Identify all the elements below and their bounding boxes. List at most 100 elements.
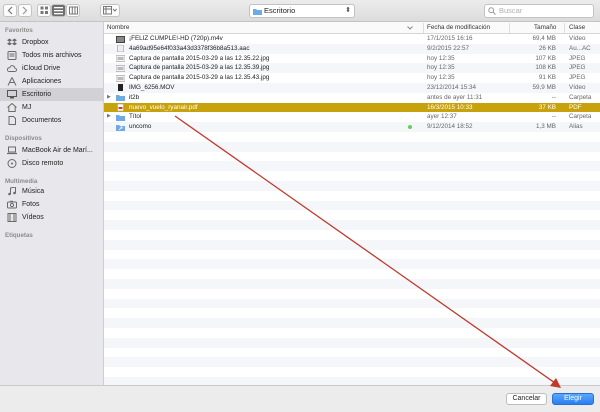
chevron-updown-icon: ⬍: [345, 7, 351, 14]
search-field[interactable]: Buscar: [484, 4, 594, 18]
columns-icon: [68, 6, 78, 15]
empty-row: [104, 180, 600, 191]
file-row[interactable]: IMG_6256.MOV 23/12/2014 15:34 59,9 MB Ví…: [104, 82, 600, 93]
file-row[interactable]: ▶ Títol ayer 12:37 -- Carpeta: [104, 112, 600, 122]
image-file-icon: [116, 55, 125, 62]
movie-file-icon: [118, 84, 123, 92]
empty-row: [104, 328, 600, 338]
dropbox-icon: [7, 38, 17, 46]
view-icons-button[interactable]: [37, 4, 51, 17]
file-row[interactable]: 4a69ad95e64f033a43d3378f36b8a513.aac 9/2…: [104, 43, 600, 54]
image-file-icon: [116, 65, 125, 72]
file-row[interactable]: Captura de pantalla 2015-03-29 a las 12.…: [104, 54, 600, 64]
empty-row: [104, 337, 600, 348]
empty-row: [104, 210, 600, 220]
sidebar-item-applications[interactable]: Aplicaciones: [0, 75, 103, 88]
sidebar-section-media: Multimedia: [5, 178, 38, 185]
file-list: Nombre Fecha de modificación Tamaño Clas…: [104, 22, 600, 385]
chevron-left-icon: [7, 6, 13, 15]
sidebar-item-macbook[interactable]: MacBook Air de Marí...: [0, 144, 103, 157]
file-row-selected[interactable]: nuevo_vuelo_ryanair.pdf 16/3/2015 10:33 …: [104, 102, 600, 113]
sidebar-item-documents[interactable]: Documentos: [0, 114, 103, 127]
empty-row: [104, 230, 600, 240]
cancel-button[interactable]: Cancelar: [506, 393, 547, 405]
empty-row: [104, 250, 600, 260]
empty-row: [104, 367, 600, 377]
choose-button[interactable]: Elegir: [552, 393, 594, 405]
all-files-icon: [7, 51, 17, 60]
applications-icon: [7, 77, 17, 86]
location-dropdown[interactable]: Escritorio ⬍: [249, 4, 355, 18]
disclosure-triangle-icon[interactable]: ▶: [107, 93, 111, 103]
home-icon: [7, 103, 17, 112]
file-row[interactable]: ¡FELIZ CUMPLE!-HD (720p).m4v 17/1/2015 1…: [104, 34, 600, 44]
sidebar-item-all-files[interactable]: Todos mis archivos: [0, 49, 103, 62]
column-divider[interactable]: [564, 23, 565, 33]
sidebar: Favoritos Dropbox Todos mis archivos iCl…: [0, 22, 104, 385]
location-label: Escritorio: [264, 6, 296, 15]
sort-chevron-icon: [407, 26, 413, 30]
empty-row: [104, 239, 600, 250]
image-file-icon: [116, 74, 125, 82]
sidebar-item-dropbox[interactable]: Dropbox: [0, 36, 103, 49]
arrange-icon: [103, 6, 117, 15]
empty-row: [104, 376, 600, 385]
column-divider[interactable]: [509, 23, 510, 33]
file-row[interactable]: uncomo 9/12/2014 18:52 1,3 MB Alias: [104, 122, 600, 132]
camera-icon: [7, 200, 17, 209]
file-row[interactable]: Captura de pantalla 2015-03-29 a las 12.…: [104, 63, 600, 74]
sidebar-item-home[interactable]: MJ: [0, 101, 103, 114]
folder-icon: [116, 95, 125, 102]
empty-row: [104, 259, 600, 270]
cloud-icon: [7, 65, 17, 72]
sidebar-item-remote-disc[interactable]: Disco remoto: [0, 157, 103, 170]
sidebar-item-music[interactable]: Música: [0, 185, 103, 198]
music-icon: [8, 187, 16, 196]
file-row[interactable]: Captura de pantalla 2015-03-29 a las 12.…: [104, 73, 600, 83]
alias-icon: [116, 124, 125, 131]
forward-button[interactable]: [18, 4, 32, 17]
toolbar: Escritorio ⬍ Buscar: [0, 0, 600, 22]
disc-icon: [7, 159, 17, 168]
empty-row: [104, 278, 600, 289]
disclosure-triangle-icon[interactable]: ▶: [107, 112, 111, 122]
empty-row: [104, 318, 600, 328]
column-name[interactable]: Nombre: [107, 24, 129, 31]
empty-row: [104, 220, 600, 230]
empty-row: [104, 161, 600, 172]
empty-row: [104, 289, 600, 299]
list-icon: [54, 7, 63, 15]
arrange-button[interactable]: [100, 4, 120, 17]
empty-row: [104, 132, 600, 142]
column-header: Nombre Fecha de modificación Tamaño Clas…: [104, 22, 600, 34]
empty-row: [104, 269, 600, 279]
search-icon: [488, 7, 496, 15]
sidebar-item-videos[interactable]: Vídeos: [0, 211, 103, 224]
sidebar-item-desktop[interactable]: Escritorio: [0, 88, 103, 101]
search-placeholder: Buscar: [499, 6, 523, 15]
empty-row: [104, 357, 600, 368]
view-list-button[interactable]: [51, 4, 66, 17]
film-icon: [7, 213, 17, 222]
chevron-right-icon: [22, 6, 28, 15]
sidebar-item-photos[interactable]: Fotos: [0, 198, 103, 211]
video-file-icon: [116, 35, 125, 43]
pdf-file-icon: [117, 104, 124, 112]
empty-row: [104, 171, 600, 181]
view-columns-button[interactable]: [66, 4, 80, 17]
dialog-footer: Cancelar Elegir: [0, 385, 600, 412]
file-rows: ¡FELIZ CUMPLE!-HD (720p).m4v 17/1/2015 1…: [104, 34, 600, 385]
column-divider[interactable]: [423, 23, 424, 33]
column-kind[interactable]: Clase: [569, 24, 585, 31]
column-size[interactable]: Tamaño: [534, 24, 556, 31]
folder-icon: [116, 114, 125, 121]
audio-file-icon: [117, 45, 124, 53]
back-button[interactable]: [3, 4, 17, 17]
sidebar-item-icloud[interactable]: iCloud Drive: [0, 62, 103, 75]
laptop-icon: [7, 146, 17, 155]
folder-icon: [253, 9, 262, 15]
file-row[interactable]: ▶ it2b antes de ayer 11:31 -- Carpeta: [104, 93, 600, 103]
column-date[interactable]: Fecha de modificación: [427, 24, 490, 31]
empty-row: [104, 308, 600, 318]
green-tag-dot: [408, 125, 412, 130]
